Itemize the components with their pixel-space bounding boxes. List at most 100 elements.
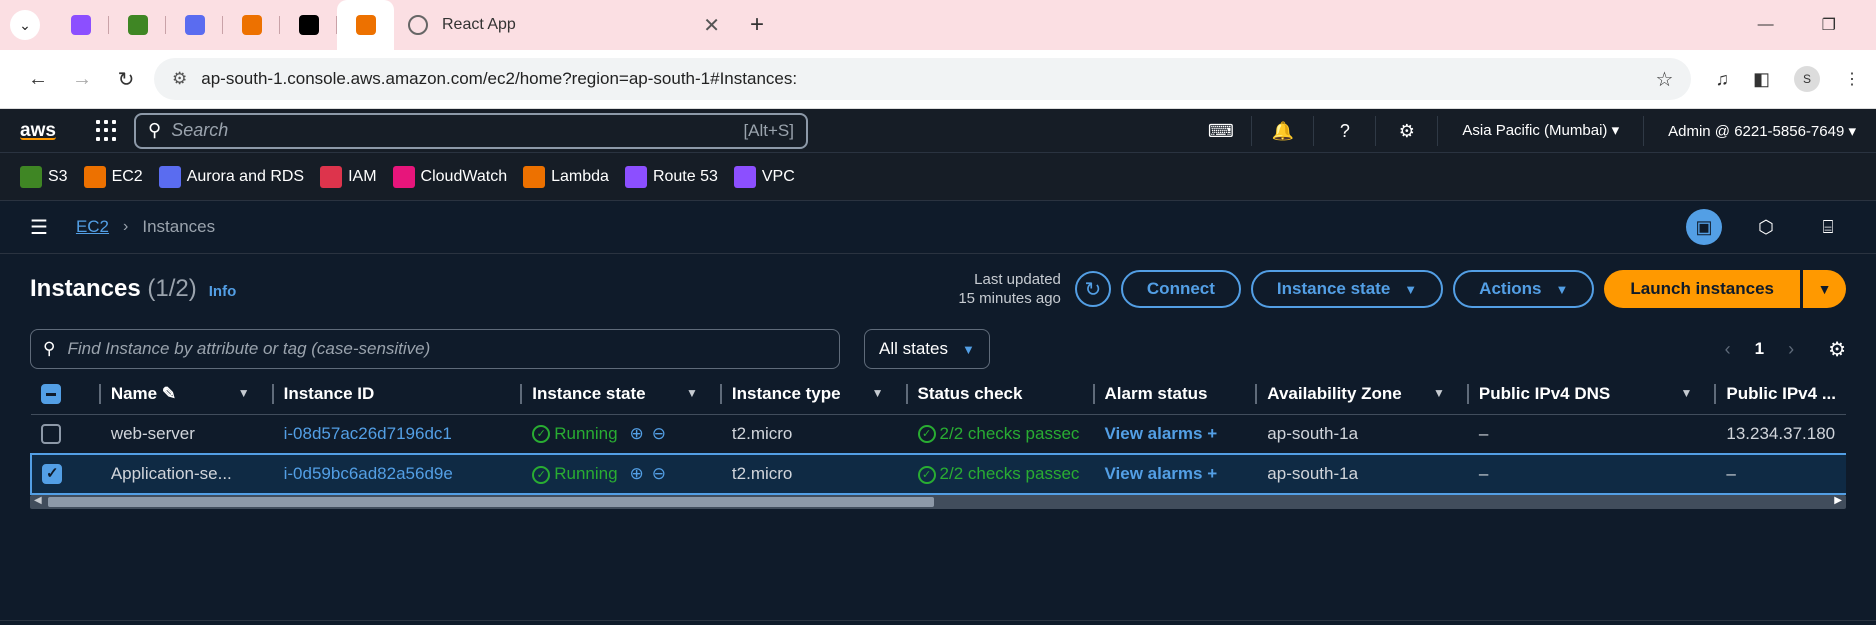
- address-bar[interactable]: ⚙ ap-south-1.console.aws.amazon.com/ec2/…: [154, 58, 1692, 100]
- pinned-tab[interactable]: [109, 0, 166, 50]
- view-alarms-link[interactable]: View alarms +: [1094, 414, 1258, 455]
- hamburger-menu-icon[interactable]: ☰: [30, 215, 48, 240]
- select-all-checkbox[interactable]: [41, 384, 61, 404]
- breadcrumb-ec2-link[interactable]: EC2: [76, 217, 109, 237]
- favorite-vpc[interactable]: VPC: [733, 165, 795, 188]
- reload-button[interactable]: ↻: [104, 67, 148, 92]
- favorite-rds[interactable]: Aurora and RDS: [158, 165, 304, 188]
- zoom-out-icon[interactable]: ⊖: [652, 464, 666, 483]
- caret-down-icon: ▼: [961, 341, 975, 357]
- aws-search-input[interactable]: ⚲ Search [Alt+S]: [134, 112, 808, 149]
- favorite-ec2[interactable]: EC2: [83, 165, 143, 188]
- forward-button[interactable]: →: [60, 68, 104, 91]
- sort-icon[interactable]: ▼: [872, 386, 884, 400]
- favorite-cloudwatch[interactable]: CloudWatch: [392, 165, 507, 188]
- tab-search-button[interactable]: ⌄: [10, 10, 40, 40]
- tools-panel-icon[interactable]: ⌸: [1810, 209, 1846, 245]
- plus-icon[interactable]: +: [1207, 424, 1217, 443]
- sort-icon[interactable]: ▼: [686, 386, 698, 400]
- plus-icon[interactable]: +: [1207, 464, 1217, 483]
- table-preferences-gear-icon[interactable]: ⚙: [1828, 337, 1846, 362]
- actions-dropdown[interactable]: Actions ▼: [1453, 270, 1595, 308]
- column-availability-zone[interactable]: Availability Zone ▼: [1257, 374, 1469, 415]
- instance-state-cell: ✓ Running ⊕ ⊖: [522, 414, 722, 455]
- launch-instances-button[interactable]: Launch instances: [1604, 270, 1800, 308]
- media-controls-icon[interactable]: ♫: [1715, 69, 1729, 90]
- column-instance-state[interactable]: Instance state ▼: [522, 374, 722, 415]
- side-panel-icon[interactable]: ◧: [1753, 69, 1770, 90]
- next-page-icon[interactable]: ›: [1788, 339, 1794, 360]
- sort-icon[interactable]: ▼: [1433, 386, 1445, 400]
- favorite-lambda[interactable]: Lambda: [523, 165, 609, 188]
- pinned-tab-active[interactable]: [337, 0, 394, 50]
- column-alarm-status[interactable]: Alarm status: [1094, 374, 1258, 415]
- lambda-icon: [523, 165, 546, 188]
- instance-id-link[interactable]: i-08d57ac26d7196dc1: [273, 414, 523, 455]
- column-name[interactable]: Name ✎ ▼: [100, 374, 274, 415]
- sort-icon[interactable]: ▼: [238, 386, 250, 400]
- states-filter-dropdown[interactable]: All states ▼: [864, 329, 990, 369]
- search-placeholder: Search: [171, 120, 229, 140]
- column-public-dns[interactable]: Public IPv4 DNS ▼: [1468, 374, 1717, 415]
- profile-avatar[interactable]: S: [1794, 66, 1820, 92]
- cloudshell-icon[interactable]: ⌨: [1190, 115, 1253, 146]
- browser-menu-icon[interactable]: ⋮: [1844, 69, 1860, 89]
- pinned-tab[interactable]: [166, 0, 223, 50]
- settings-gear-icon[interactable]: ⚙: [1376, 115, 1439, 146]
- scrollbar-thumb[interactable]: [48, 497, 934, 507]
- close-tab-icon[interactable]: ✕: [703, 13, 720, 38]
- view-alarms-link[interactable]: View alarms +: [1094, 453, 1258, 495]
- tab-react-app[interactable]: React App ✕: [394, 0, 734, 50]
- connect-button[interactable]: Connect: [1120, 270, 1241, 308]
- account-menu[interactable]: Admin @ 6221-5856-7649 ▾: [1644, 122, 1856, 140]
- zoom-in-icon[interactable]: ⊕: [630, 464, 644, 483]
- instance-state-dropdown[interactable]: Instance state ▼: [1250, 270, 1444, 308]
- favorite-s3[interactable]: S3: [20, 165, 68, 188]
- pinned-tab[interactable]: [52, 0, 109, 50]
- sort-icon[interactable]: ▼: [1681, 386, 1693, 400]
- instance-type: t2.micro: [721, 453, 908, 495]
- aws-logo[interactable]: aws: [20, 121, 66, 140]
- instance-filter-input[interactable]: ⚲ Find Instance by attribute or tag (cas…: [30, 329, 840, 369]
- pinned-tab[interactable]: [223, 0, 280, 50]
- instance-id-link[interactable]: i-0d59bc6ad82a56d9e: [273, 453, 523, 495]
- iam-icon: [320, 165, 343, 188]
- launch-options-dropdown[interactable]: ▼: [1802, 270, 1846, 308]
- table-row[interactable]: web-server i-08d57ac26d7196dc1 ✓ Running ⊕…: [31, 414, 1846, 455]
- favorite-route53[interactable]: Route 53: [624, 165, 718, 188]
- info-link[interactable]: Info: [209, 283, 237, 300]
- pinned-tab[interactable]: [280, 0, 337, 50]
- restore-button[interactable]: ❐: [1822, 15, 1836, 35]
- row-checkbox[interactable]: [41, 424, 61, 444]
- new-tab-button[interactable]: +: [750, 11, 764, 39]
- tab-title: React App: [442, 16, 516, 33]
- minimize-button[interactable]: —: [1758, 16, 1774, 34]
- horizontal-scrollbar[interactable]: ◀ ▶: [30, 495, 1846, 509]
- scroll-right-icon[interactable]: ▶: [1834, 495, 1842, 506]
- aws-favicon: [70, 15, 91, 35]
- scroll-left-icon[interactable]: ◀: [34, 495, 42, 506]
- bookmark-star-icon[interactable]: ☆: [1656, 67, 1674, 92]
- help-icon[interactable]: ?: [1314, 115, 1377, 146]
- split-panel-icon[interactable]: ▣: [1686, 209, 1722, 245]
- search-icon: ⚲: [148, 120, 162, 140]
- column-public-ip[interactable]: Public IPv4 ...: [1716, 374, 1846, 415]
- prev-page-icon[interactable]: ‹: [1725, 339, 1731, 360]
- public-dns: –: [1468, 453, 1717, 495]
- current-page[interactable]: 1: [1755, 339, 1764, 359]
- column-instance-type[interactable]: Instance type ▼: [721, 374, 908, 415]
- notifications-bell-icon[interactable]: 🔔: [1252, 115, 1315, 146]
- zoom-in-icon[interactable]: ⊕: [630, 424, 644, 443]
- column-status-check[interactable]: Status check: [907, 374, 1095, 415]
- feedback-icon[interactable]: ⬡: [1748, 209, 1784, 245]
- region-selector[interactable]: Asia Pacific (Mumbai) ▾: [1438, 115, 1645, 146]
- services-menu-icon[interactable]: [96, 119, 118, 142]
- zoom-out-icon[interactable]: ⊖: [652, 424, 666, 443]
- row-checkbox-checked[interactable]: [42, 464, 62, 485]
- refresh-button[interactable]: ↻: [1074, 271, 1111, 307]
- site-info-icon[interactable]: ⚙: [172, 69, 187, 89]
- table-row-selected[interactable]: Application-se... i-0d59bc6ad82a56d9e ✓R…: [30, 453, 1846, 495]
- back-button[interactable]: ←: [16, 68, 60, 91]
- column-instance-id[interactable]: Instance ID: [273, 374, 523, 415]
- favorite-iam[interactable]: IAM: [320, 165, 377, 188]
